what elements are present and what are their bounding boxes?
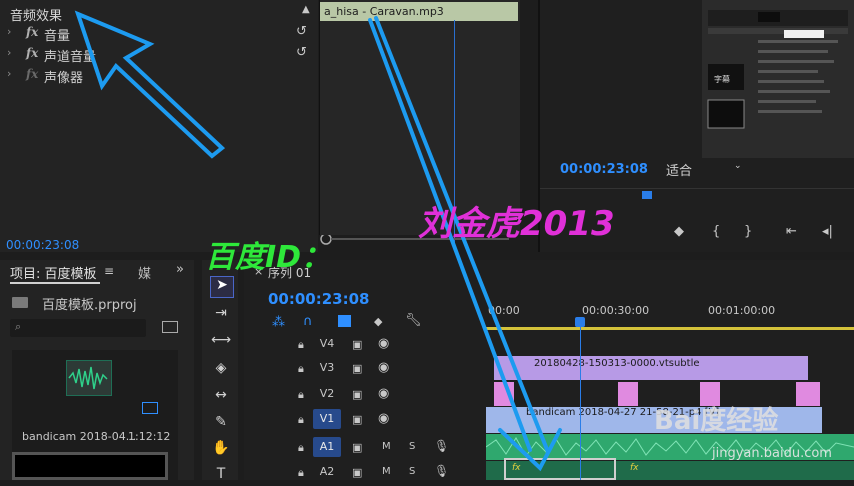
watermark-url: jingyan.baidu.com	[712, 446, 832, 461]
overlay-text-left: 百度ID：	[205, 240, 332, 275]
overlay-text-right: 刘金虎2013	[418, 204, 615, 244]
watermark-logo: Bai度经验	[654, 406, 779, 436]
